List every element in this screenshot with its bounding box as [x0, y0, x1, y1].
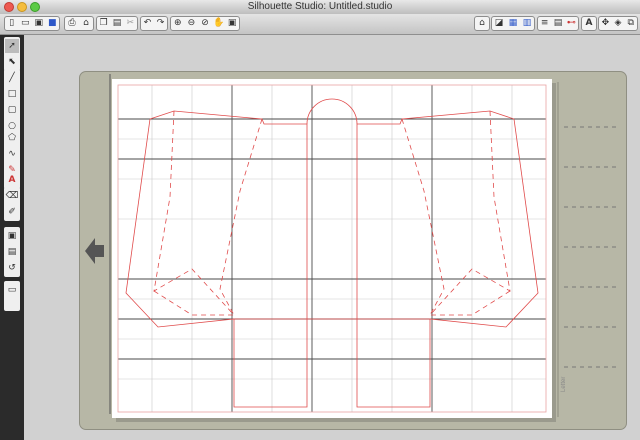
redo-icon[interactable]: ↷	[155, 18, 166, 30]
registration-icon[interactable]: ▥	[521, 18, 533, 30]
cut-icon[interactable]: ✂	[125, 18, 136, 30]
tool-panel: ➚ ⬉ ╱ □ ▢ ○ ⬠ ∿ ✎ A ⌫ ✐ ▣ ▤ ↺ ▭	[0, 35, 24, 440]
line-icon[interactable]: ╱	[5, 71, 19, 85]
knife-icon[interactable]: ✐	[5, 205, 19, 219]
file-tools: ▯ ▭ ▣ ■	[4, 16, 60, 31]
curve-icon[interactable]: ∿	[5, 147, 19, 161]
library-tools: ▣ ▤ ↺	[4, 227, 20, 277]
replicate-icon[interactable]: ✥	[600, 18, 611, 30]
fill-icon[interactable]: ▤	[552, 18, 563, 30]
line-style-icon[interactable]: ≡	[539, 18, 550, 30]
polygon-icon[interactable]: ⬠	[5, 131, 19, 145]
load-direction-arrow-icon	[85, 238, 104, 264]
window-title: Silhouette Studio: Untitled.studio	[247, 1, 393, 12]
text-tool-button[interactable]: A	[5, 173, 19, 187]
zoom-in-icon[interactable]: ⊕	[172, 18, 184, 30]
text-style-button[interactable]: A	[583, 18, 595, 30]
select-tools: ➚ ⬉	[4, 37, 20, 71]
fold-left-inner	[219, 118, 263, 316]
point-edit-icon[interactable]: ⬉	[5, 55, 19, 69]
main-toolbar: ▯ ▭ ▣ ■ ⎙ ⌂ ❐ ▤ ✂ ↶ ↷ ⊕ ⊖ ⊘ ✋ ▣ ⌂ ◪ ▦ ▥ …	[0, 14, 640, 35]
eraser-icon[interactable]: ⌫	[5, 189, 19, 203]
fold-right-flap	[430, 290, 511, 316]
zoom-tools: ⊕ ⊖ ⊘ ✋ ▣	[170, 16, 240, 31]
layers-icon[interactable]: ▭	[5, 283, 19, 297]
copy-icon[interactable]: ❐	[98, 18, 109, 30]
minor-grid	[118, 85, 546, 412]
fold-right-outer	[429, 110, 511, 316]
save-icon[interactable]: ▣	[33, 18, 45, 30]
open-folder-icon[interactable]: ▭	[20, 18, 32, 30]
cut-margin-border	[117, 84, 547, 413]
print-icon[interactable]: ⎙	[66, 18, 78, 30]
paste-icon[interactable]: ▤	[111, 18, 122, 30]
extra-tools: ▭	[4, 281, 20, 311]
new-document-icon[interactable]: ▯	[6, 18, 18, 30]
fold-left-flap	[153, 290, 234, 316]
cut-outline-left	[125, 110, 308, 408]
draw-tools: ╱ □ ▢ ○	[4, 69, 20, 135]
paper-size-label: Letter	[561, 376, 567, 392]
edit-tools: ⌫ ✐	[4, 187, 20, 221]
zoom-out-icon[interactable]: ⊖	[186, 18, 198, 30]
style-tools: ≡ ▤ ⊷	[537, 16, 579, 31]
design-canvas	[117, 84, 547, 413]
cut-lines	[125, 98, 539, 408]
modify-tools: ✥ ◈ ⧉	[598, 16, 638, 31]
major-grid	[118, 85, 546, 412]
fill-pattern-icon[interactable]: ▣	[5, 229, 19, 243]
transform-icon[interactable]: ⊷	[566, 18, 577, 30]
align-icon[interactable]: ◈	[613, 18, 624, 30]
select-arrow-icon[interactable]: ➚	[5, 39, 19, 53]
store-icon[interactable]: ⌂	[476, 18, 488, 30]
save-library-icon[interactable]: ■	[47, 18, 59, 30]
clipboard-tools: ❐ ▤ ✂	[96, 16, 138, 31]
cut-arc-top	[306, 98, 358, 125]
fit-to-page-icon[interactable]: ▣	[226, 18, 238, 30]
fold-left-outer	[153, 110, 235, 316]
pan-hand-icon[interactable]: ✋	[213, 18, 225, 30]
print-tools: ⎙ ⌂	[64, 16, 94, 31]
zoom-select-icon[interactable]: ⊘	[199, 18, 211, 30]
fold-lines	[153, 110, 511, 316]
page-setup-icon[interactable]: ◪	[493, 18, 505, 30]
trace-icon[interactable]: ↺	[5, 261, 19, 275]
store-tools: ⌂	[474, 16, 490, 31]
grid-icon[interactable]: ▦	[507, 18, 519, 30]
send-to-cutter-icon[interactable]: ⌂	[80, 18, 92, 30]
modify-icon[interactable]: ⧉	[625, 18, 636, 30]
rectangle-icon[interactable]: □	[5, 87, 19, 101]
undo-icon[interactable]: ↶	[142, 18, 153, 30]
design-page	[112, 79, 552, 418]
fold-right-inner	[401, 118, 445, 316]
rounded-rectangle-icon[interactable]: ▢	[5, 103, 19, 117]
library-icon[interactable]: ▤	[5, 245, 19, 259]
cut-outline-right	[356, 110, 539, 408]
mat-dash-marks	[564, 126, 620, 368]
page-tools: ◪ ▦ ▥	[491, 16, 535, 31]
title-bar: Silhouette Studio: Untitled.studio	[0, 0, 640, 15]
text-style-tools: A	[581, 16, 597, 31]
undo-tools: ↶ ↷	[140, 16, 168, 31]
